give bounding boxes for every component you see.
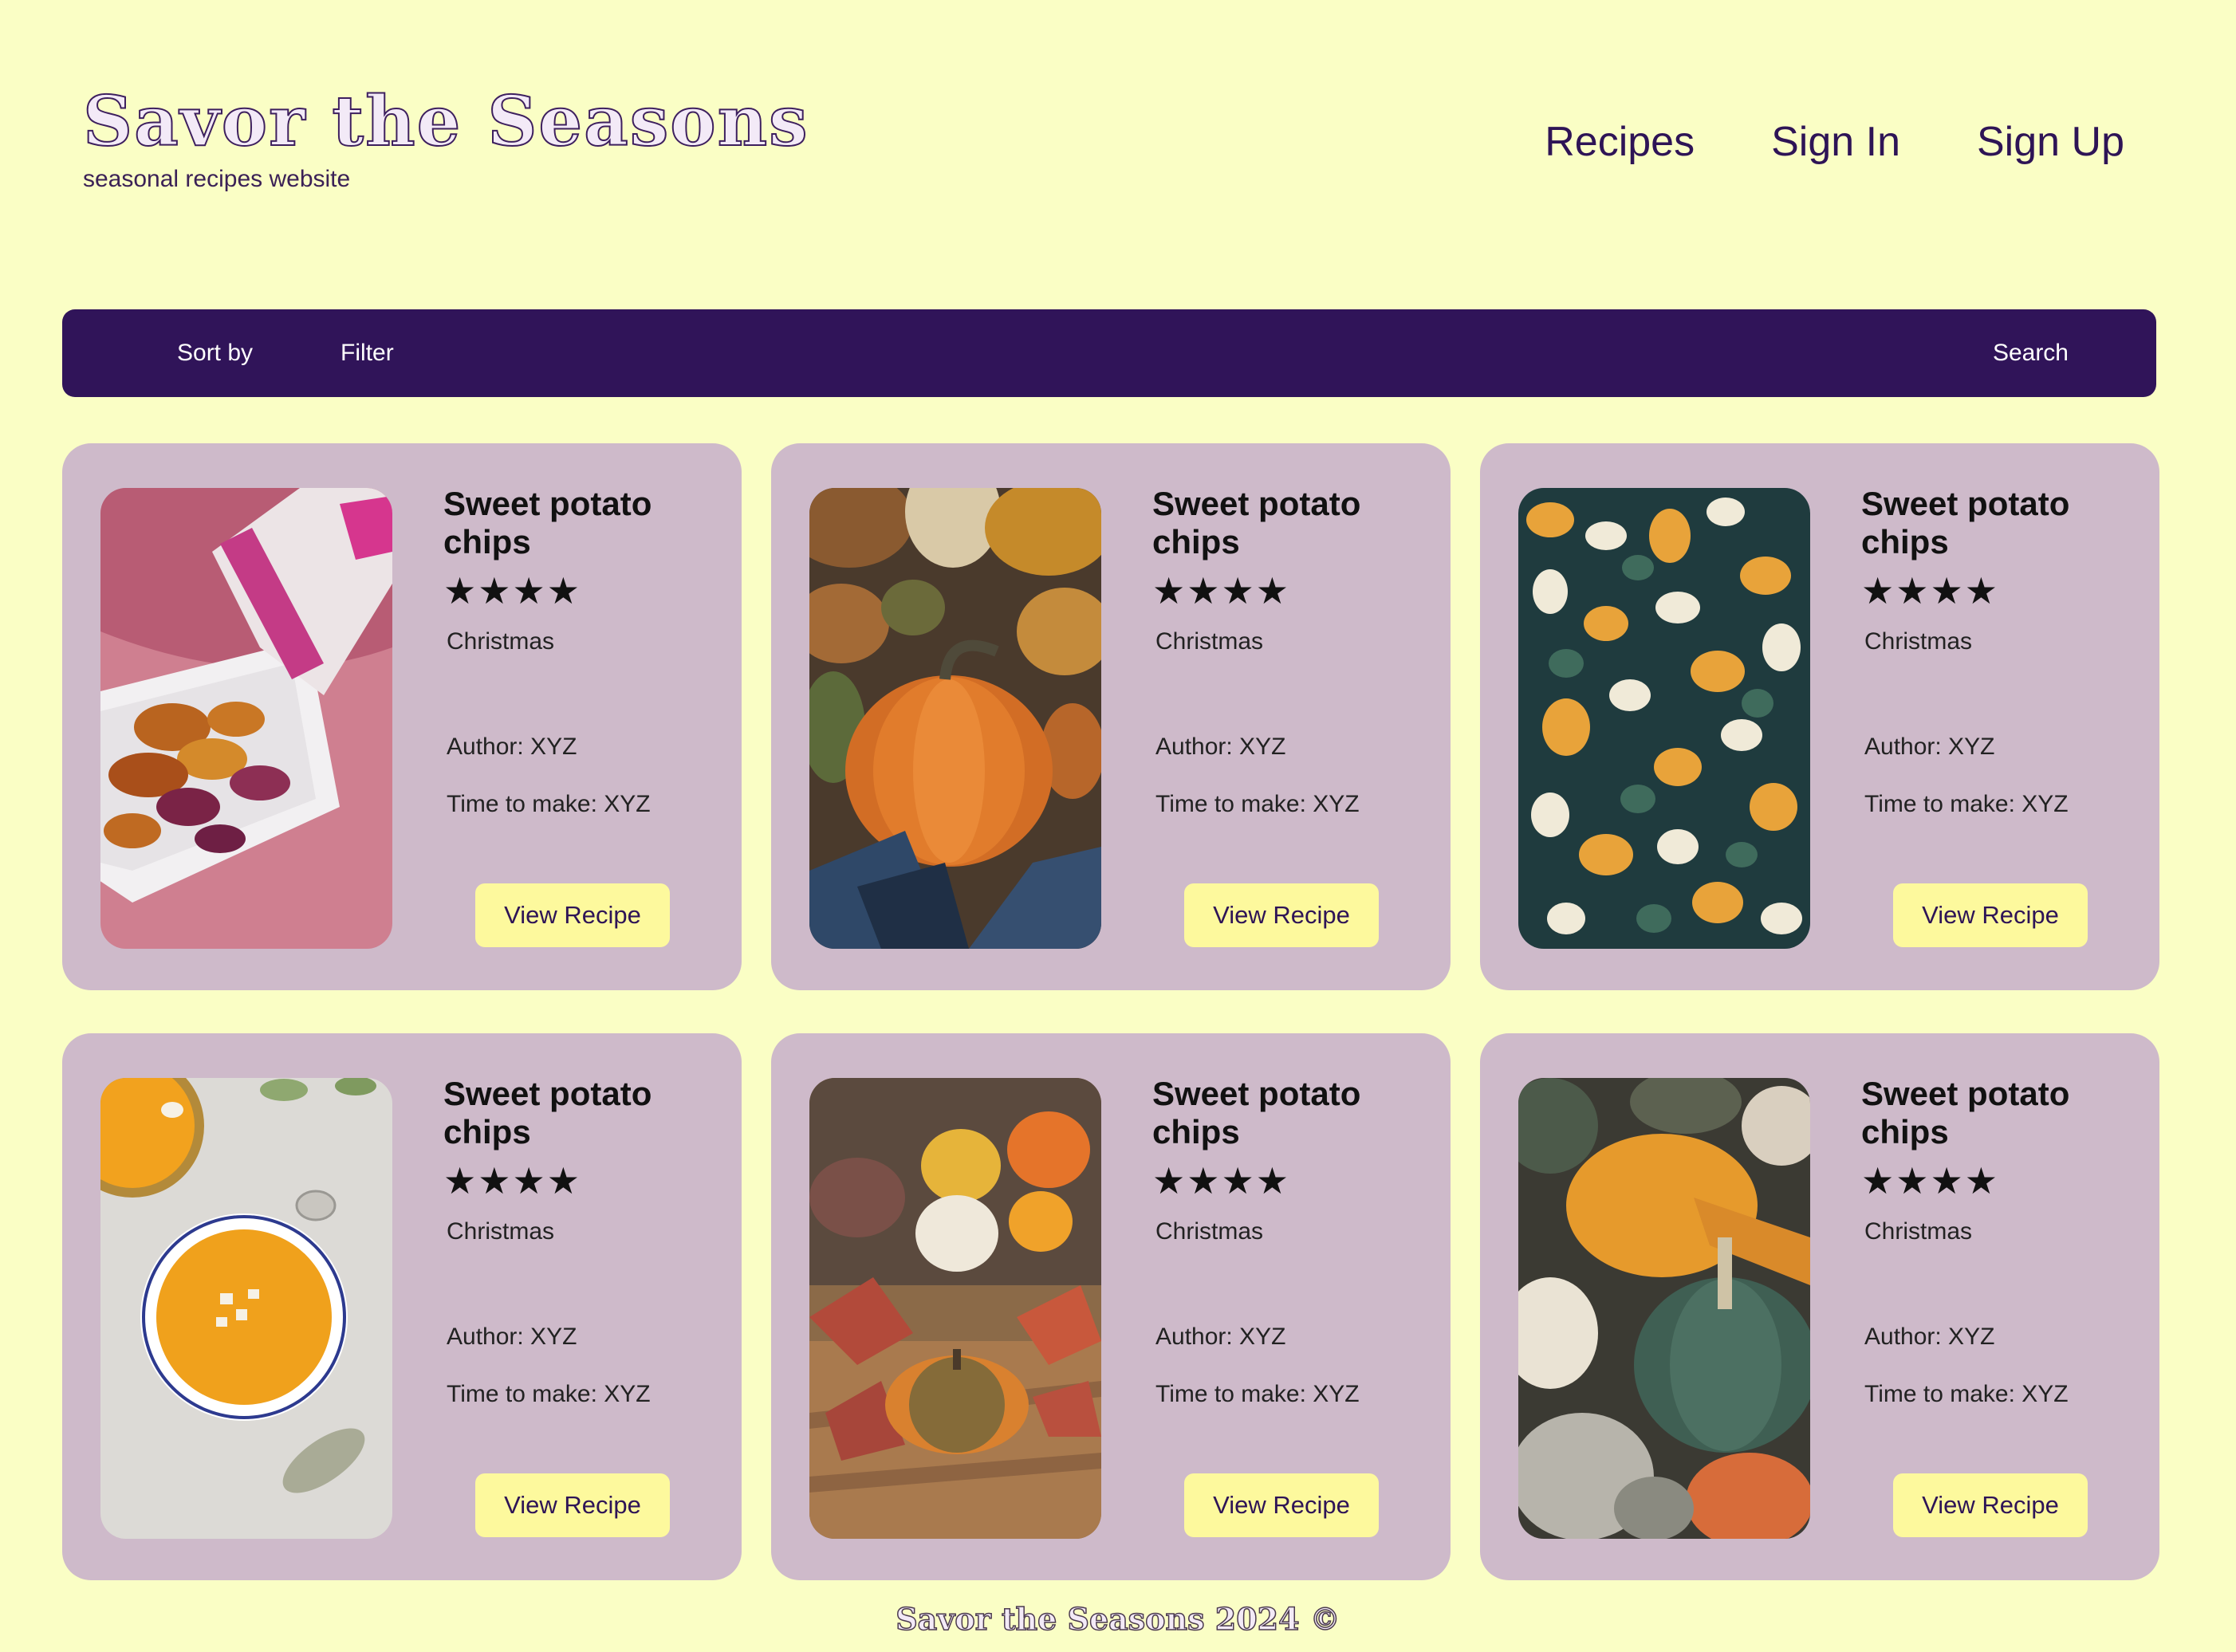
recipe-time: Time to make: XYZ — [1864, 1381, 2069, 1407]
rating-stars: ★★★★ — [1861, 570, 1999, 612]
site-subtitle: seasonal recipes website — [83, 166, 351, 192]
recipe-title[interactable]: Sweet potato chips — [1152, 485, 1423, 561]
card-body: Sweet potato chips ★★★★ Christmas Author… — [443, 485, 714, 818]
rating-stars: ★★★★ — [1861, 1160, 1999, 1202]
brand: Savor the Seasons seasonal recipes websi… — [82, 87, 809, 193]
recipe-title[interactable]: Sweet potato chips — [443, 1075, 714, 1151]
view-recipe-button[interactable]: View Recipe — [1893, 1473, 2088, 1537]
sweet-potato-chips-photo[interactable] — [100, 488, 392, 949]
recipe-time: Time to make: XYZ — [1155, 791, 1360, 817]
footer-text: Savor the Seasons 2024 © — [895, 1600, 1340, 1638]
site-title[interactable]: Savor the Seasons — [82, 87, 809, 157]
recipe-author: Author: XYZ — [1155, 734, 1286, 760]
recipe-author: Author: XYZ — [1864, 734, 1995, 760]
card-body: Sweet potato chips ★★★★ Christmas Author… — [1152, 1075, 1423, 1408]
sort-by-button[interactable]: Sort by — [177, 340, 253, 367]
rating-stars: ★★★★ — [443, 1160, 581, 1202]
card-body: Sweet potato chips ★★★★ Christmas Author… — [443, 1075, 714, 1408]
view-recipe-button[interactable]: View Recipe — [1184, 1473, 1379, 1537]
recipe-title[interactable]: Sweet potato chips — [443, 485, 714, 561]
recipe-title[interactable]: Sweet potato chips — [1152, 1075, 1423, 1151]
recipe-card: Sweet potato chips ★★★★ Christmas Author… — [1480, 443, 2159, 990]
recipe-card: Sweet potato chips ★★★★ Christmas Author… — [62, 443, 742, 990]
recipe-tag: Christmas — [1864, 1218, 1973, 1245]
recipe-card: Sweet potato chips ★★★★ Christmas Author… — [62, 1033, 742, 1580]
recipe-time: Time to make: XYZ — [1864, 791, 2069, 817]
recipe-author: Author: XYZ — [447, 734, 577, 760]
recipe-tag: Christmas — [447, 628, 555, 655]
recipe-card: Sweet potato chips ★★★★ Christmas Author… — [771, 1033, 1451, 1580]
rating-stars: ★★★★ — [1152, 570, 1290, 612]
autumn-pumpkins-photo[interactable] — [809, 1078, 1101, 1539]
rating-stars: ★★★★ — [1152, 1160, 1290, 1202]
recipe-tag: Christmas — [1155, 1218, 1264, 1245]
card-body: Sweet potato chips ★★★★ Christmas Author… — [1861, 1075, 2132, 1408]
search-button[interactable]: Search — [1993, 340, 2069, 367]
nav-sign-in-link[interactable]: Sign In — [1771, 118, 1900, 166]
recipe-card: Sweet potato chips ★★★★ Christmas Author… — [771, 443, 1451, 990]
recipe-toolbar: Sort by Filter Search — [62, 309, 2156, 397]
pumpkin-photo[interactable] — [809, 488, 1101, 949]
squash-pile-photo[interactable] — [1518, 1078, 1810, 1539]
pumpkin-soup-photo[interactable] — [100, 1078, 392, 1539]
nav-recipes-link[interactable]: Recipes — [1545, 118, 1695, 166]
filter-button[interactable]: Filter — [341, 340, 394, 367]
recipe-time: Time to make: XYZ — [447, 791, 651, 817]
recipe-title[interactable]: Sweet potato chips — [1861, 485, 2132, 561]
recipe-tag: Christmas — [447, 1218, 555, 1245]
card-body: Sweet potato chips ★★★★ Christmas Author… — [1152, 485, 1423, 818]
page: Savor the Seasons seasonal recipes websi… — [0, 0, 2236, 1652]
view-recipe-button[interactable]: View Recipe — [1184, 883, 1379, 947]
view-recipe-button[interactable]: View Recipe — [475, 883, 670, 947]
view-recipe-button[interactable]: View Recipe — [475, 1473, 670, 1537]
recipe-tag: Christmas — [1864, 628, 1973, 655]
recipe-author: Author: XYZ — [1864, 1324, 1995, 1350]
view-recipe-button[interactable]: View Recipe — [1893, 883, 2088, 947]
recipe-time: Time to make: XYZ — [1155, 1381, 1360, 1407]
nav-sign-up-link[interactable]: Sign Up — [1977, 118, 2124, 166]
recipe-author: Author: XYZ — [447, 1324, 577, 1350]
recipe-author: Author: XYZ — [1155, 1324, 1286, 1350]
recipe-title[interactable]: Sweet potato chips — [1861, 1075, 2132, 1151]
gourds-photo[interactable] — [1518, 488, 1810, 949]
recipe-time: Time to make: XYZ — [447, 1381, 651, 1407]
top-nav: Recipes Sign In Sign Up — [1545, 118, 2124, 166]
recipe-card: Sweet potato chips ★★★★ Christmas Author… — [1480, 1033, 2159, 1580]
card-body: Sweet potato chips ★★★★ Christmas Author… — [1861, 485, 2132, 818]
recipe-grid: Sweet potato chips ★★★★ Christmas Author… — [62, 443, 2159, 1580]
recipe-tag: Christmas — [1155, 628, 1264, 655]
rating-stars: ★★★★ — [443, 570, 581, 612]
